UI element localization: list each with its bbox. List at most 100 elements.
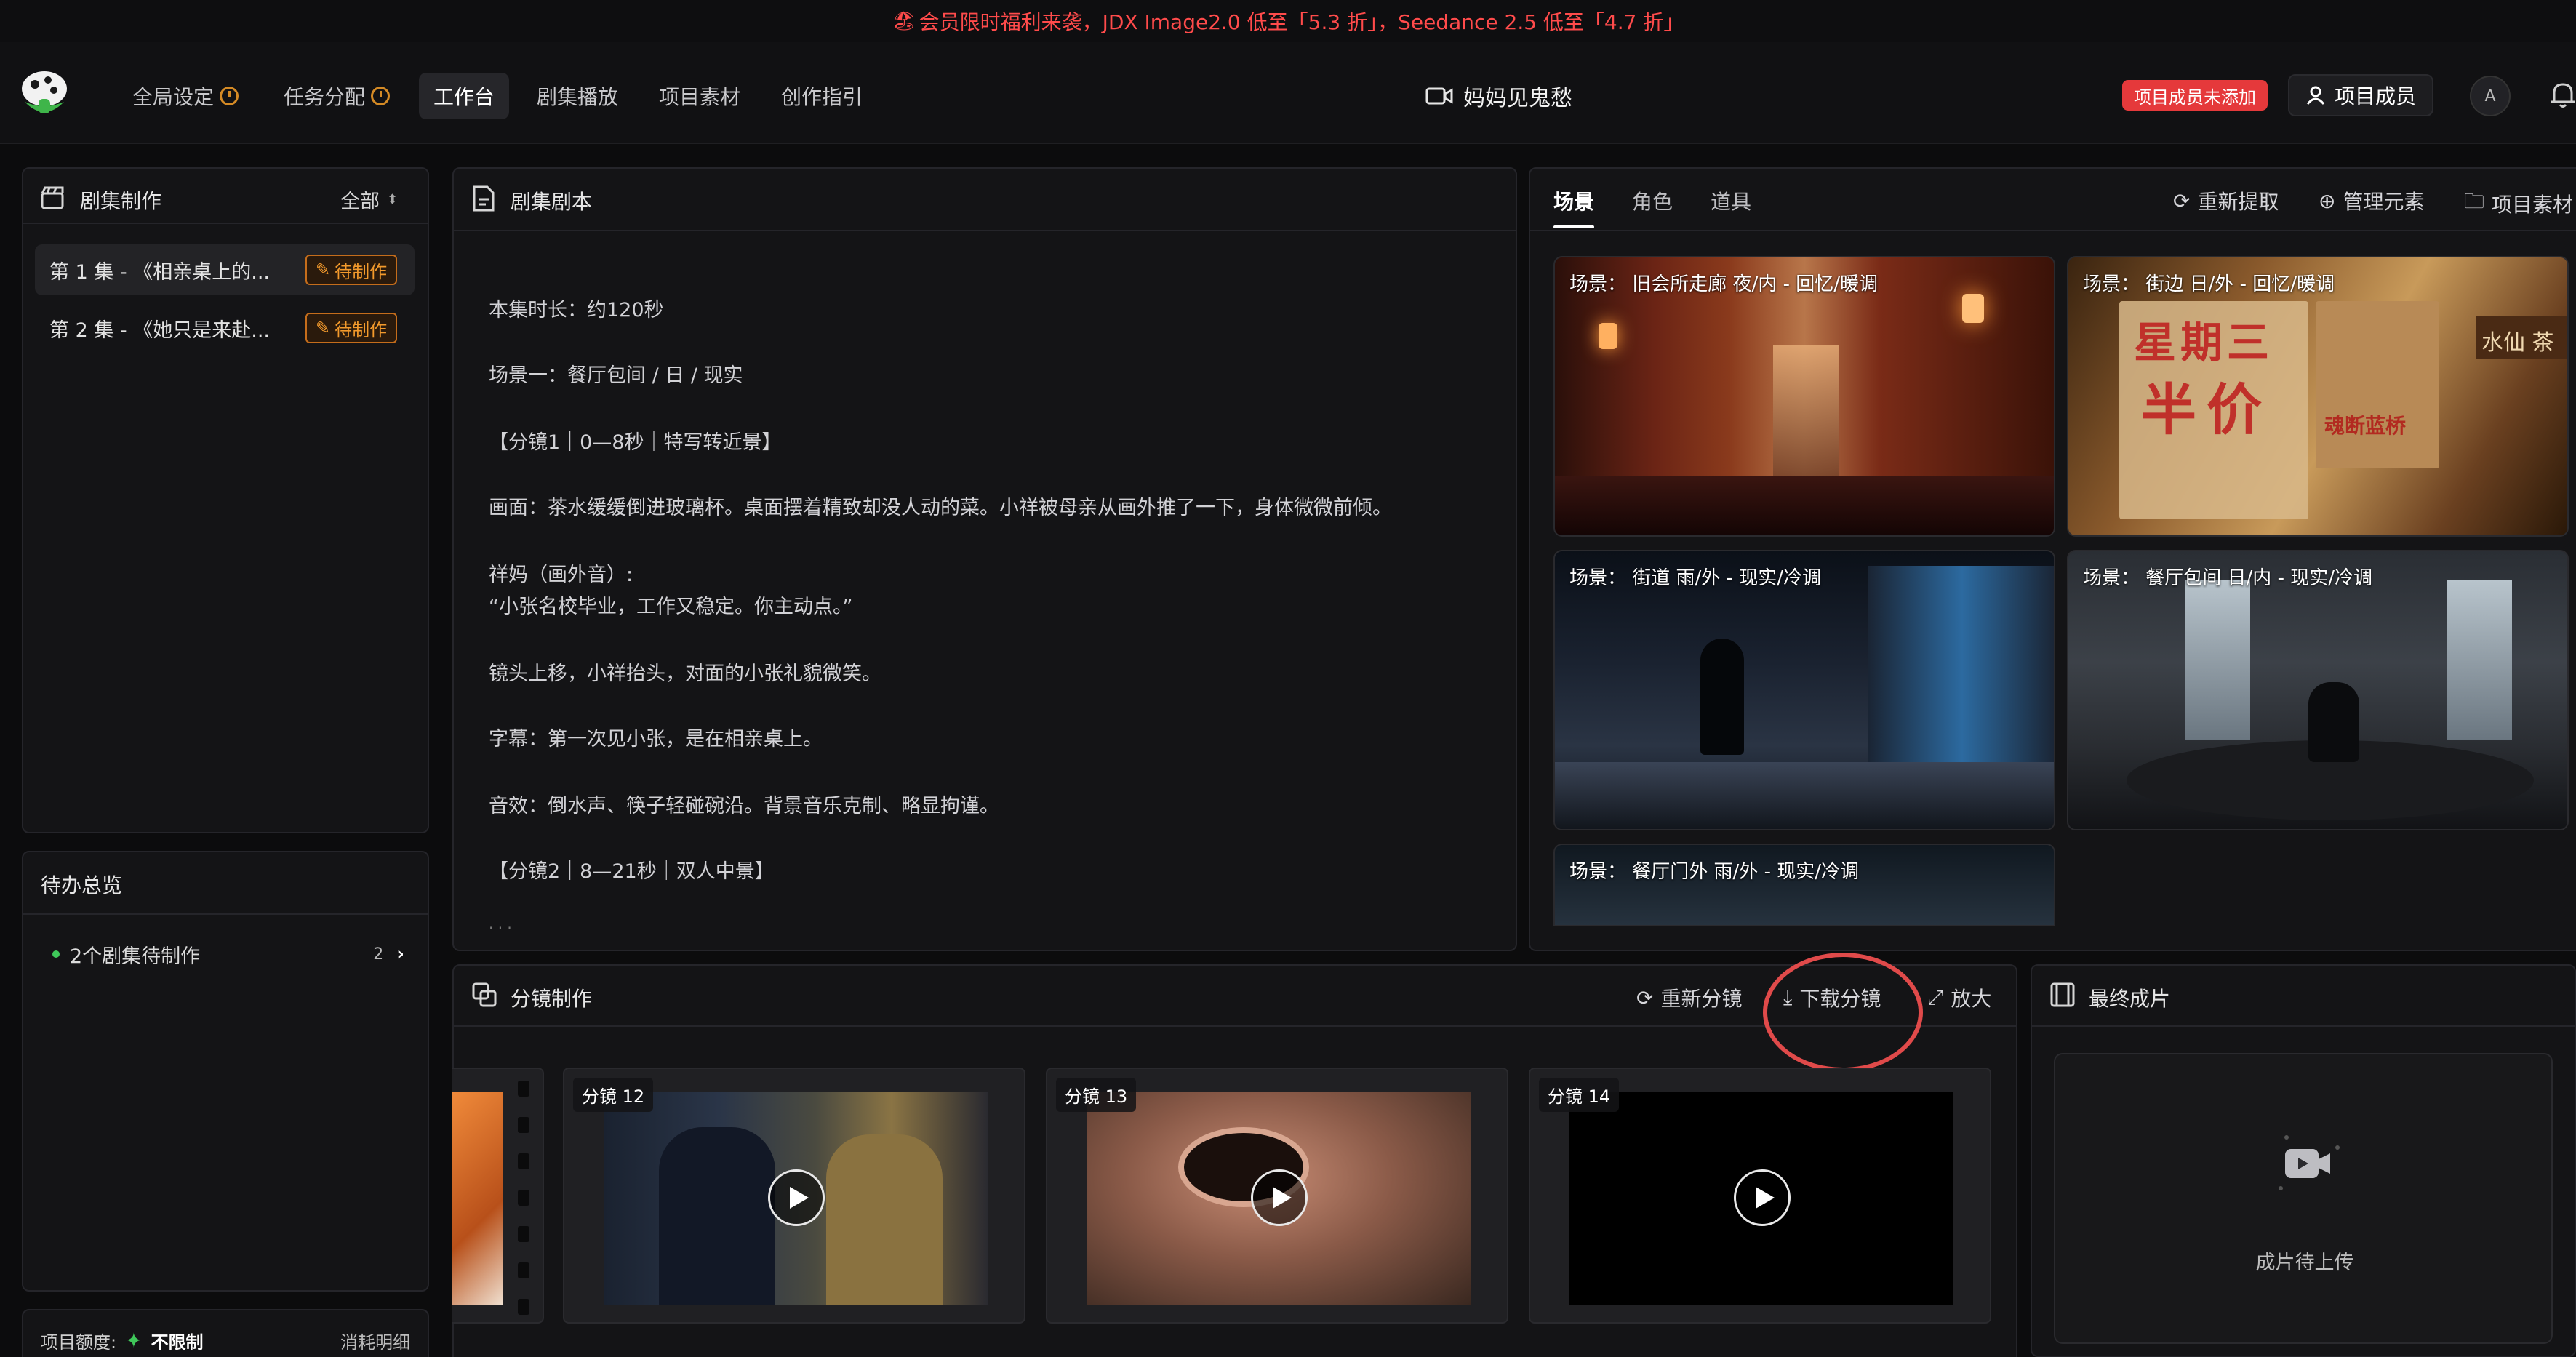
re-extract-button[interactable]: ⟳ 重新提取 [2173,186,2279,215]
bell-icon[interactable] [2550,80,2576,109]
clock-icon [371,87,391,105]
nav-episode-playback[interactable]: 剧集播放 [522,73,633,119]
beach-icon: 🏖 [892,10,916,32]
poster-text: 半价 [2141,377,2272,442]
project-title-text: 妈妈见鬼愁 [1463,86,1572,111]
nav-task-assignment[interactable]: 任务分配 [269,73,404,119]
sprocket [518,1153,529,1169]
scene-card-restaurant-exterior[interactable]: 场景： 餐厅门外 雨/外 - 现实/冷调 [1553,844,2055,926]
nav-workbench[interactable]: 工作台 [419,73,510,119]
film-frame-shot-12[interactable]: 分镜 12 [563,1068,1025,1324]
script-line: 音效：倒水声、筷子轻碰碗沿。背景音乐克制、略显拘谨。 [489,795,999,817]
nav-project-assets[interactable]: 项目素材 [644,73,755,119]
edit-icon: ✎ [316,318,331,338]
sprocket [518,1190,529,1206]
scene-card-rainy-street[interactable]: 场景： 街道 雨/外 - 现实/冷调 [1553,550,2055,830]
scene-card-restaurant-room[interactable]: 场景： 餐厅包间 日/内 - 现实/冷调 [2067,550,2569,830]
tab-props[interactable]: 道具 [1711,186,1751,215]
wet-road [1555,762,2054,829]
film-frame-shot-14[interactable]: 分镜 14 [1529,1068,1991,1324]
divider [22,913,429,915]
promo-text: 会员限时福利来袭，JDX Image2.0 低至「5.3 折」，Seedance… [919,10,1684,34]
tab-scenes[interactable]: 场景 [1553,186,1594,215]
sprocket [518,1262,529,1278]
shot-badge: 分镜 14 [1539,1078,1620,1112]
user-icon [2306,86,2325,105]
divider [2031,1025,2576,1027]
play-icon[interactable] [1734,1169,1791,1226]
poster-text: 星期三 [2134,318,2274,367]
figure-silhouette [1700,639,1744,755]
window [2447,580,2512,740]
members-not-added-badge: 项目成员未添加 [2122,80,2268,111]
action-label: 项目素材 [2492,193,2574,217]
sprocket [518,1081,529,1097]
play-icon[interactable] [768,1169,825,1226]
nav-global-settings[interactable]: 全局设定 [118,73,253,119]
poster-text: 魂断蓝桥 [2324,414,2407,438]
shot-thumbnail [452,1092,503,1305]
nav-label: 创作指引 [781,85,863,109]
episode-label: 第 1 集 - 《相亲桌上的... [49,261,270,284]
play-icon[interactable] [1251,1169,1308,1226]
mushroom-logo-icon[interactable] [20,70,68,122]
nav-creation-guide[interactable]: 创作指引 [767,73,877,119]
upload-placeholder[interactable]: 成片待上传 [2054,1053,2553,1344]
todo-title: 待办总览 [41,873,123,897]
corridor-floor [1555,476,2054,535]
final-title: 最终成片 [2089,987,2171,1011]
film-frame-partial[interactable] [452,1068,544,1324]
window [2185,580,2250,740]
script-title: 剧集剧本 [511,190,593,214]
todo-item[interactable]: 2个剧集待制作 2 › [35,938,413,970]
sprocket [518,1226,529,1242]
wall-lamp [1962,294,1984,323]
promo-banner[interactable]: 🏖 会员限时福利来袭，JDX Image2.0 低至「5.3 折」，Seedan… [0,0,2576,42]
folder-icon: 🗀 [2464,189,2485,213]
video-camera-icon [2279,1135,2340,1190]
film-icon [2050,982,2075,1007]
refresh-icon: ⟳ [1636,985,1654,1010]
scene-label: 场景： 餐厅门外 雨/外 - 现实/冷调 [1569,861,1859,883]
shop-sign-text: 水仙 茶 [2481,330,2554,356]
nav-label: 剧集播放 [537,85,619,109]
active-tab-indicator [1553,225,1594,228]
project-assets-button[interactable]: 🗀 项目素材 [2464,186,2573,221]
script-line: “小张名校毕业，工作又稳定。你主动点。” [489,596,853,618]
edit-icon: ✎ [316,260,331,280]
members-label: 项目成员 [2335,84,2417,108]
scene-card-corridor[interactable]: 场景： 旧会所走廊 夜/内 - 回忆/暖调 [1553,256,2055,537]
sort-arrows-icon: ⬍ [387,191,399,207]
building-screen [1868,566,2054,784]
refresh-icon: ⟳ [2173,188,2191,213]
todo-count: 2 [373,945,384,964]
status-text: 待制作 [335,319,388,340]
avatar[interactable]: A [2470,76,2511,116]
script-line: 镜头上移，小祥抬头，对面的小张礼貌微笑。 [489,663,881,685]
film-frame-shot-13[interactable]: 分镜 13 [1046,1068,1508,1324]
todo-panel [22,851,429,1292]
action-label: 管理元素 [2343,190,2425,214]
manage-elements-button[interactable]: ⊕ 管理元素 [2319,186,2424,215]
figure-suit [659,1127,775,1305]
scene-label: 场景： 街边 日/外 - 回忆/暖调 [2083,273,2335,295]
project-members-button[interactable]: 项目成员 [2288,74,2434,116]
project-title[interactable]: 妈妈见鬼愁 [1425,80,1572,112]
scene-card-street[interactable]: 星期三 半价 魂断蓝桥 水仙 茶 场景： 街边 日/外 - 回忆/暖调 [2067,256,2569,537]
script-line: 【分镜1｜0—8秒｜特写转近景】 [489,431,782,454]
episodes-title: 剧集制作 [80,189,162,213]
figure-jacket [826,1134,943,1305]
action-label: 重新提取 [2197,190,2279,214]
re-storyboard-button[interactable]: ⟳ 重新分镜 [1636,983,1742,1012]
usage-detail-link[interactable]: 消耗明细 [340,1328,410,1353]
shot-badge: 分镜 12 [573,1078,654,1112]
tab-characters[interactable]: 角色 [1632,186,1673,215]
status-text: 待制作 [335,261,388,282]
nav-label: 工作台 [433,85,495,109]
episode-filter-select[interactable]: 全部 ⬍ [340,185,398,214]
nav-label: 任务分配 [284,85,366,109]
divider [22,223,429,224]
expand-button[interactable]: ⤢ 放大 [1927,983,1991,1012]
document-icon [473,185,495,212]
divider [452,230,1517,231]
